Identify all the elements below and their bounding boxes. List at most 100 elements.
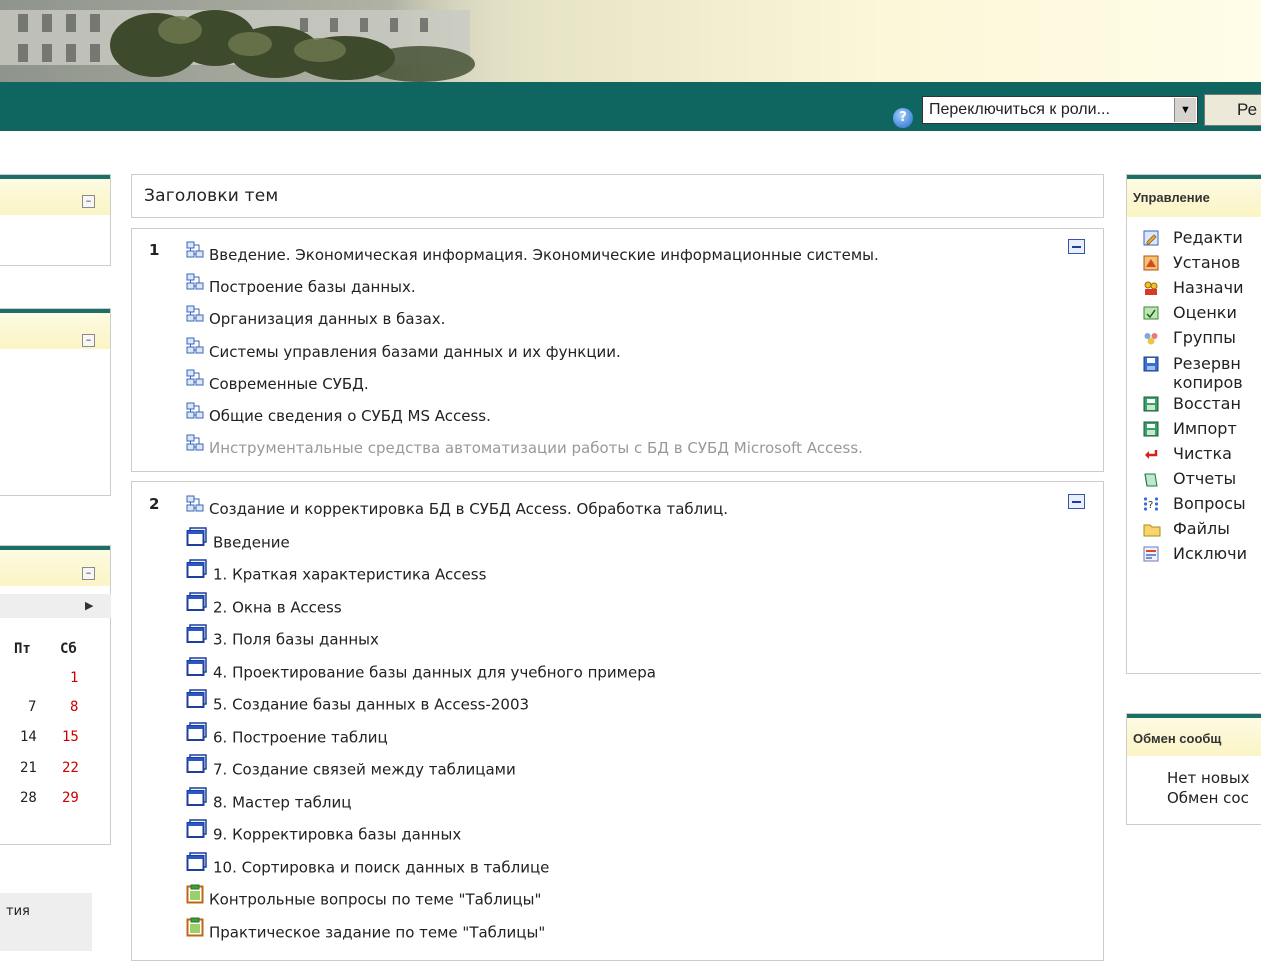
admin-item-label: Установ [1173, 253, 1241, 272]
admin-item[interactable]: Исключи [1143, 543, 1261, 564]
import-icon [1143, 421, 1159, 437]
topic-item[interactable]: 1. Краткая характеристика Access [186, 559, 487, 587]
window-icon [186, 754, 208, 782]
topic-item-label: 9. Корректировка базы данных [213, 825, 462, 844]
window-icon [186, 689, 208, 717]
topics-header: Заголовки тем [131, 174, 1104, 218]
topic-section-2: 2 Создание и корректировка БД в СУБД Acc… [131, 481, 1104, 961]
admin-item-label: Вопросы [1173, 494, 1246, 513]
collapse-block-icon[interactable]: – [82, 195, 95, 208]
folder-tree-icon [186, 495, 204, 521]
folder-tree-icon [186, 337, 204, 363]
unenrol-icon [1143, 546, 1159, 562]
admin-item[interactable]: Чистка [1143, 443, 1261, 464]
topic-item[interactable]: Контрольные вопросы по теме "Таблицы" [186, 884, 541, 912]
left-block-1-header: – [0, 175, 110, 215]
window-icon [186, 591, 208, 620]
admin-item-label: Отчеты [1173, 469, 1237, 488]
calendar-day[interactable]: 29 [62, 790, 79, 806]
calendar-day[interactable]: 22 [62, 760, 79, 776]
calendar-day[interactable]: 8 [70, 699, 78, 715]
topic-item-label: 1. Краткая характеристика Access [213, 565, 487, 584]
topic-item[interactable]: Введение. Экономическая информация. Экон… [186, 241, 879, 268]
backup-icon [1143, 356, 1159, 372]
topic-item[interactable]: 7. Создание связей между таблицами [186, 754, 516, 782]
topic-item-label: 4. Проектирование базы данных для учебно… [213, 663, 656, 681]
topic-item[interactable]: 3. Поля базы данных [186, 624, 379, 652]
admin-item-label: Оценки [1173, 303, 1237, 322]
topic-item-label: Инструментальные средства автоматизации … [209, 439, 863, 458]
admin-item[interactable]: Установ [1143, 252, 1261, 273]
calendar-day[interactable]: 1 [70, 670, 78, 686]
admin-item[interactable]: Резервн копиров [1143, 353, 1261, 395]
admin-item[interactable]: Отчеты [1143, 468, 1261, 489]
topic-item[interactable]: Организация данных в базах. [186, 305, 445, 332]
topic-item-label: Создание и корректировка БД в СУБД Acces… [209, 500, 728, 518]
grades-icon [1143, 305, 1159, 321]
folder-tree-icon [186, 434, 204, 460]
folder-tree-icon [186, 369, 204, 395]
groups-icon [1143, 330, 1159, 346]
building-photo [0, 0, 520, 82]
topic-item-label: Практическое задание по теме "Таблицы" [209, 923, 546, 941]
topic-item[interactable]: 10. Сортировка и поиск данных в таблице [186, 851, 549, 880]
admin-item[interactable]: ? Вопросы [1143, 493, 1261, 514]
window-icon [186, 819, 208, 847]
topic-item[interactable]: 2. Окна в Access [186, 591, 342, 620]
admin-item-label: Чистка [1173, 444, 1232, 463]
admin-item-label: Резервн [1173, 354, 1241, 373]
topic-item[interactable]: 9. Корректировка базы данных [186, 819, 462, 847]
switch-role-select[interactable]: Переключиться к роли... ▼ [922, 96, 1198, 124]
reset-icon [1143, 446, 1159, 462]
topic-item[interactable]: 4. Проектирование базы данных для учебно… [186, 656, 656, 685]
admin-item[interactable]: Редакти [1143, 227, 1261, 248]
admin-item[interactable]: Группы [1143, 327, 1261, 348]
topic-item-label: Системы управления базами данных и их фу… [209, 342, 621, 361]
calendar-day[interactable]: 14 [20, 729, 37, 745]
calendar-month-bar [0, 594, 111, 618]
collapse-block-icon[interactable]: – [82, 334, 95, 347]
next-month-icon[interactable]: ▶ [85, 599, 93, 612]
topic-item[interactable]: Введение [186, 526, 290, 555]
reports-icon [1143, 471, 1159, 487]
topic-item[interactable]: Создание и корректировка БД в СУБД Acces… [186, 495, 728, 522]
topic-item[interactable]: 5. Создание базы данных в Access-2003 [186, 689, 530, 717]
admin-item[interactable]: Файлы [1143, 518, 1261, 539]
calendar-day[interactable]: 15 [62, 729, 79, 745]
admin-item[interactable]: Восстан [1143, 393, 1261, 414]
admin-item[interactable]: Импорт [1143, 418, 1261, 439]
admin-item-label: Импорт [1173, 419, 1237, 438]
topic-item[interactable]: Построение базы данных. [186, 273, 416, 300]
topic-item-label: Современные СУБД. [209, 374, 369, 393]
folder-tree-icon [186, 273, 204, 299]
left-block-1: – [0, 174, 111, 266]
page-title: Заголовки тем [144, 186, 279, 206]
calendar-day[interactable]: 7 [28, 699, 36, 715]
topic-item-label: 5. Создание базы данных в Access-2003 [213, 695, 530, 714]
topic-item[interactable]: Системы управления базами данных и их фу… [186, 337, 621, 365]
chevron-down-icon[interactable]: ▼ [1174, 98, 1196, 122]
collapse-block-icon[interactable]: – [82, 567, 95, 580]
window-icon [186, 721, 208, 750]
weekday-header-sat: Сб [60, 641, 77, 657]
collapse-section-icon[interactable] [1068, 494, 1085, 509]
topic-item[interactable]: Общие сведения о СУБД MS Access. [186, 402, 491, 429]
header-action-button[interactable]: Ре [1204, 94, 1261, 126]
topic-item[interactable]: Инструментальные средства автоматизации … [186, 434, 863, 461]
collapse-section-icon[interactable] [1068, 239, 1085, 254]
topic-item[interactable]: Практическое задание по теме "Таблицы" [186, 917, 546, 945]
topic-item[interactable]: Современные СУБД. [186, 369, 369, 397]
calendar-day[interactable]: 28 [20, 790, 37, 806]
events-block-fragment: тия [6, 904, 30, 919]
window-icon [186, 851, 208, 880]
topic-item[interactable]: 6. Построение таблиц [186, 721, 388, 750]
topic-item-label: 3. Поля базы данных [213, 630, 379, 649]
calendar-day[interactable]: 21 [20, 760, 37, 776]
admin-item[interactable]: Назначи [1143, 277, 1261, 298]
folder-tree-icon [186, 305, 204, 331]
edit-icon [1143, 230, 1159, 246]
help-icon[interactable]: ? [893, 108, 913, 128]
admin-block-header: Управление [1127, 175, 1261, 217]
admin-item[interactable]: Оценки [1143, 302, 1261, 323]
topic-item[interactable]: 8. Мастер таблиц [186, 786, 351, 815]
